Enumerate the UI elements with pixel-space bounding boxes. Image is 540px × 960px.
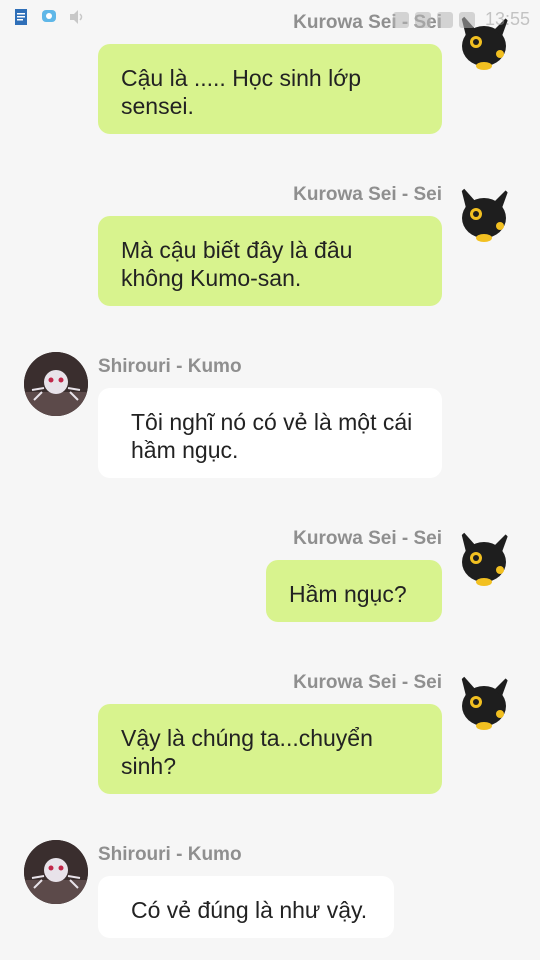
signal-icon [436, 11, 453, 28]
document-icon [15, 9, 27, 25]
message-text: Cậu là ..... Học sinh lớp sensei. [121, 65, 362, 119]
wifi-icon [458, 11, 475, 28]
message-bubble[interactable]: Tôi nghĩ nó có vẻ là một cái hầm ngục. [98, 388, 442, 478]
sender-name: Shirouri - Kumo [98, 356, 242, 377]
message-text: Hầm ngục? [289, 581, 407, 607]
kumo-avatar-icon[interactable] [24, 840, 88, 904]
message-bubble[interactable]: Hầm ngục? [266, 560, 442, 622]
sender-name: Shirouri - Kumo [98, 844, 242, 865]
status-time: 13:55 [484, 9, 530, 29]
sender-name: Kurowa Sei - Sei [293, 184, 442, 205]
umbreon-avatar-icon[interactable] [452, 670, 516, 734]
message-text: Tôi nghĩ nó có vẻ là một cái hầm ngục. [131, 409, 413, 463]
status-bar: 13:55 [0, 0, 540, 38]
cast-icon [414, 11, 431, 28]
kumo-avatar-icon[interactable] [24, 352, 88, 416]
chat-screen: 13:55 Kurowa Sei - Sei Cậu là ..... Học … [0, 0, 540, 960]
sender-name: Kurowa Sei - Sei [293, 528, 442, 549]
volume-icon [70, 10, 83, 24]
battery-icon [392, 11, 409, 28]
message-bubble[interactable]: Vậy là chúng ta...chuyển sinh? [98, 704, 442, 794]
message-bubble[interactable]: Có vẻ đúng là như vậy. [98, 876, 394, 938]
umbreon-avatar-icon[interactable] [452, 182, 516, 246]
message-bubble[interactable]: Cậu là ..... Học sinh lớp sensei. [98, 44, 442, 134]
message-text: Có vẻ đúng là như vậy. [131, 897, 368, 923]
message-text: Vậy là chúng ta...chuyển sinh? [121, 725, 373, 779]
message-text: Mà cậu biết đây là đâu không Kumo-san. [121, 237, 353, 291]
bubble-icon [42, 10, 56, 22]
umbreon-avatar-icon[interactable] [452, 526, 516, 590]
message-bubble[interactable]: Mà cậu biết đây là đâu không Kumo-san. [98, 216, 442, 306]
sender-name: Kurowa Sei - Sei [293, 672, 442, 693]
